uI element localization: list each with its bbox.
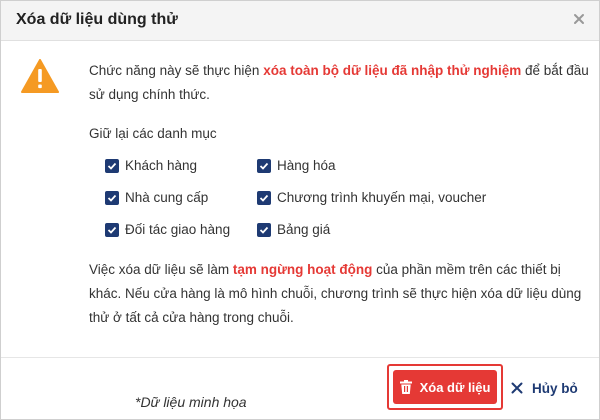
checkbox-checked-icon: [257, 190, 271, 205]
checkbox-chuong-trinh-khuyen-mai[interactable]: Chương trình khuyến mại, voucher: [257, 190, 486, 205]
checkbox-khach-hang[interactable]: Khách hàng: [105, 158, 197, 173]
checkbox-hang-hoa[interactable]: Hàng hóa: [257, 158, 336, 173]
warning-icon: [21, 59, 59, 98]
dialog-header: Xóa dữ liệu dùng thử: [1, 1, 599, 41]
checkbox-checked-icon: [257, 158, 271, 173]
note-highlight: tạm ngừng hoạt động: [232, 262, 373, 277]
note-text-before: Việc xóa dữ liệu sẽ làm: [89, 262, 233, 277]
checkbox-checked-icon: [105, 222, 119, 237]
checkbox-doi-tac-giao-hang[interactable]: Đối tác giao hàng: [105, 222, 230, 237]
delete-data-button[interactable]: Xóa dữ liệu: [393, 370, 497, 404]
keep-categories-label: Giữ lại các danh mục: [89, 126, 217, 141]
cancel-button[interactable]: Hủy bỏ: [511, 378, 578, 398]
intro-text-before: Chức năng này sẽ thực hiện: [89, 63, 264, 78]
checkbox-label: Chương trình khuyến mại, voucher: [277, 190, 487, 205]
checkbox-label: Nhà cung cấp: [125, 190, 209, 205]
checkbox-label: Hàng hóa: [277, 158, 336, 173]
footer-divider: [1, 357, 599, 358]
checkbox-checked-icon: [257, 222, 271, 237]
checkbox-checked-icon: [105, 190, 119, 205]
checkbox-label: Khách hàng: [125, 158, 198, 173]
intro-text: Chức năng này sẽ thực hiện xóa toàn bộ d…: [89, 59, 589, 107]
checkbox-label: Đối tác giao hàng: [125, 222, 231, 237]
trash-icon: [399, 380, 412, 394]
checkbox-nha-cung-cap[interactable]: Nhà cung cấp: [105, 190, 208, 205]
close-icon: [511, 382, 523, 394]
demo-data-note: *Dữ liệu minh họa: [135, 394, 247, 410]
checkbox-checked-icon: [105, 158, 119, 173]
delete-button-label: Xóa dữ liệu: [419, 379, 491, 395]
close-icon[interactable]: [571, 11, 587, 27]
checkbox-bang-gia[interactable]: Bảng giá: [257, 222, 330, 237]
dialog-title: Xóa dữ liệu dùng thử: [16, 11, 178, 28]
intro-highlight: xóa toàn bộ dữ liệu đã nhập thử nghiệm: [263, 63, 522, 78]
delete-trial-data-dialog: Xóa dữ liệu dùng thử Chức năng này sẽ th…: [0, 0, 600, 420]
delete-button-highlight: Xóa dữ liệu: [387, 364, 503, 410]
cancel-button-label: Hủy bỏ: [532, 380, 578, 396]
warning-note-text: Việc xóa dữ liệu sẽ làm tạm ngừng hoạt đ…: [89, 258, 589, 330]
checkbox-label: Bảng giá: [277, 222, 331, 237]
